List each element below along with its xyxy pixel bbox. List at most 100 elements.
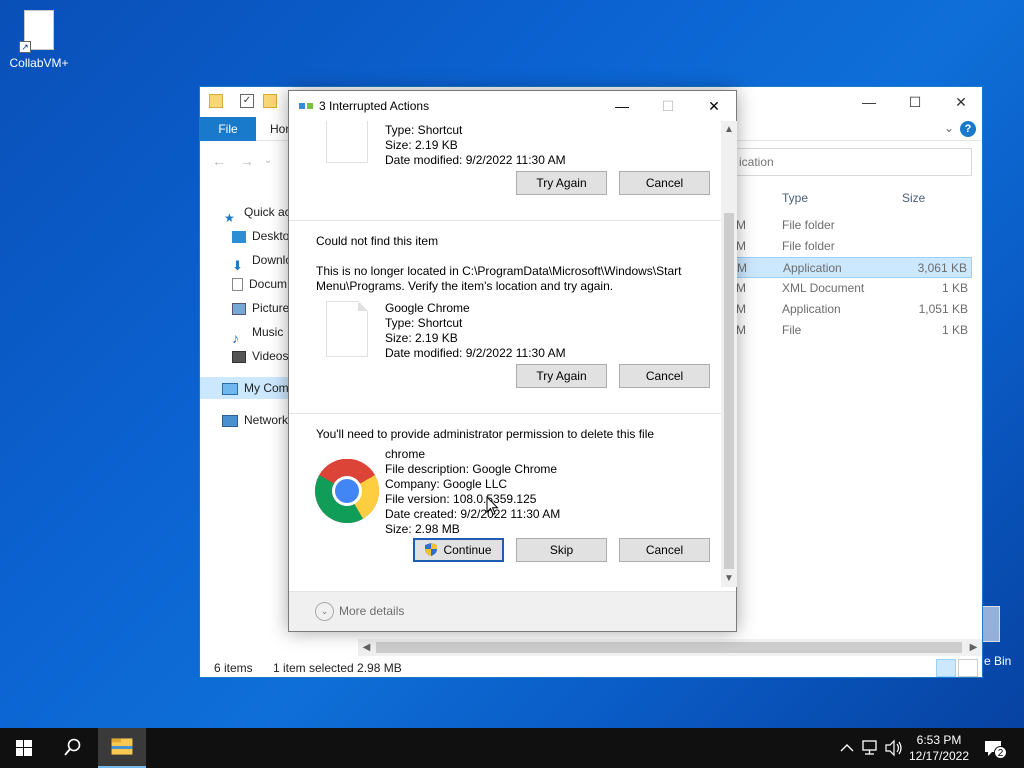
- cancel-button[interactable]: Cancel: [619, 364, 710, 388]
- pictures-icon: [232, 302, 246, 315]
- try-again-button[interactable]: Try Again: [516, 171, 607, 195]
- nav-item-desktop[interactable]: Deskto: [200, 225, 290, 247]
- details-view-button[interactable]: [936, 659, 956, 677]
- cancel-button[interactable]: Cancel: [619, 171, 710, 195]
- file-date: M: [736, 323, 746, 337]
- forward-arrow-icon[interactable]: →: [240, 153, 254, 169]
- nav-label: Music: [252, 325, 284, 339]
- file-row[interactable]: M File folder: [736, 215, 972, 236]
- section1-type: Type: Shortcut: [385, 123, 463, 137]
- scroll-thumb[interactable]: [376, 642, 962, 653]
- nav-item-music[interactable]: ♪ Music: [200, 321, 290, 343]
- file-type: File: [782, 323, 802, 337]
- continue-button[interactable]: Continue: [413, 538, 504, 562]
- section2-type: Type: Shortcut: [385, 316, 463, 330]
- file-size: 1,051 KB: [918, 302, 968, 316]
- status-item-count: 6 items: [214, 661, 253, 675]
- file-type: File folder: [782, 218, 835, 232]
- status-selection: 1 item selected 2.98 MB: [273, 661, 402, 675]
- scroll-down-icon[interactable]: ▼: [721, 570, 737, 587]
- file-date: M: [736, 302, 746, 316]
- action-center-button[interactable]: 2: [980, 728, 1010, 768]
- section1-modified: Date modified: 9/2/2022 11:30 AM: [385, 153, 566, 167]
- network-icon: [222, 414, 238, 427]
- status-bar: 6 items 1 item selected 2.98 MB: [200, 657, 982, 679]
- try-again-button[interactable]: Try Again: [516, 364, 607, 388]
- dialog-scroll-content: Type: Shortcut Size: 2.19 KB Date modifi…: [289, 121, 721, 581]
- close-button[interactable]: ✕: [938, 87, 984, 117]
- help-icon[interactable]: ?: [960, 121, 976, 137]
- minimize-button[interactable]: —: [846, 87, 892, 117]
- section2-heading: Could not find this item: [316, 234, 439, 248]
- star-icon: ★: [224, 210, 235, 223]
- nav-label: Network: [244, 413, 289, 427]
- dialog-close-button[interactable]: ✕: [691, 91, 737, 121]
- download-icon: ⬇: [232, 257, 243, 271]
- taskbar-clock[interactable]: 6:53 PM 12/17/2022: [900, 732, 978, 764]
- desktop-icon-label: CollabVM+: [9, 56, 69, 70]
- dialog-maximize-button: ☐: [661, 98, 675, 114]
- file-size: 3,061 KB: [917, 261, 967, 275]
- desktop-icon: [232, 230, 246, 243]
- nav-item-pictures[interactable]: Picture: [200, 297, 290, 319]
- recycle-bin-icon: [982, 606, 1000, 642]
- file-date: M: [736, 218, 746, 232]
- navigation-pane: ★ Quick ac Deskto ⬇ Downlo Docum Picture ♪…: [200, 187, 290, 657]
- network-icon[interactable]: [860, 728, 882, 768]
- maximize-button[interactable]: ☐: [892, 87, 938, 117]
- nav-item-downloads[interactable]: ⬇ Downlo: [200, 249, 290, 271]
- section1-size: Size: 2.19 KB: [385, 138, 458, 152]
- nav-label: My Com: [244, 381, 289, 395]
- skip-button[interactable]: Skip: [516, 538, 607, 562]
- nav-item-quick-access[interactable]: ★ Quick ac: [200, 201, 290, 223]
- shortcut-arrow-icon: ↗: [19, 41, 31, 53]
- nav-item-my-computer[interactable]: My Com: [200, 377, 290, 399]
- file-row[interactable]: M File 1 KB: [736, 320, 972, 341]
- scroll-up-icon[interactable]: ▲: [721, 121, 737, 138]
- scroll-left-icon[interactable]: ◀: [358, 639, 375, 656]
- file-row[interactable]: M Application 1,051 KB: [736, 299, 972, 320]
- folder-icon: [209, 94, 223, 108]
- file-row[interactable]: M File folder: [736, 236, 972, 257]
- file-size: 1 KB: [941, 323, 968, 337]
- desktop-icon-recycle-bin[interactable]: e Bin: [976, 604, 1024, 668]
- dialog-minimize-button[interactable]: —: [599, 91, 645, 121]
- section-divider: [289, 220, 721, 221]
- properties-icon[interactable]: ✓: [240, 94, 254, 108]
- recent-chevron-icon[interactable]: ⌄: [264, 155, 272, 166]
- nav-item-videos[interactable]: Videos: [200, 345, 290, 367]
- desktop-icon-collabvm[interactable]: ↗ CollabVM+: [4, 10, 74, 70]
- file-explorer-taskbar-icon[interactable]: [98, 728, 146, 768]
- file-row-selected[interactable]: M Application 3,061 KB: [736, 257, 972, 278]
- chevron-down-icon[interactable]: ⌄: [315, 602, 334, 621]
- column-header-type[interactable]: Type: [782, 187, 808, 209]
- nav-label: Picture: [252, 301, 290, 315]
- scroll-right-icon[interactable]: ▶: [965, 639, 982, 656]
- search-input[interactable]: ication: [734, 148, 972, 176]
- section2-size: Size: 2.19 KB: [385, 331, 458, 345]
- search-icon[interactable]: [48, 728, 96, 768]
- more-details-link[interactable]: More details: [339, 604, 404, 618]
- nav-label: Quick ac: [244, 205, 290, 219]
- file-transfer-icon: [299, 103, 313, 109]
- file-row[interactable]: M XML Document 1 KB: [736, 278, 972, 299]
- nav-item-network[interactable]: Network: [200, 409, 290, 431]
- nav-item-documents[interactable]: Docum: [200, 273, 290, 295]
- tab-file[interactable]: File: [200, 117, 256, 141]
- interrupted-actions-dialog: 3 Interrupted Actions — ☐ ✕ Type: Shortc…: [288, 90, 737, 632]
- section2-message-line2: Menu\Programs. Verify the item's locatio…: [316, 279, 614, 293]
- chevron-down-icon[interactable]: ⌄: [944, 121, 954, 135]
- nav-label: Deskto: [252, 229, 290, 243]
- column-header-size[interactable]: Size: [902, 187, 925, 209]
- file-type: XML Document: [782, 281, 865, 295]
- chrome-logo-icon: [315, 459, 379, 523]
- cancel-button[interactable]: Cancel: [619, 538, 710, 562]
- back-arrow-icon[interactable]: ←: [212, 153, 226, 169]
- new-folder-icon[interactable]: [263, 94, 277, 108]
- chevron-up-icon[interactable]: [838, 728, 856, 768]
- scroll-thumb[interactable]: [724, 213, 734, 569]
- vertical-scrollbar[interactable]: ▲ ▼: [721, 121, 737, 587]
- horizontal-scrollbar[interactable]: ◀ ▶: [358, 639, 982, 656]
- windows-start-icon[interactable]: [0, 728, 48, 768]
- large-icons-view-button[interactable]: [958, 659, 978, 677]
